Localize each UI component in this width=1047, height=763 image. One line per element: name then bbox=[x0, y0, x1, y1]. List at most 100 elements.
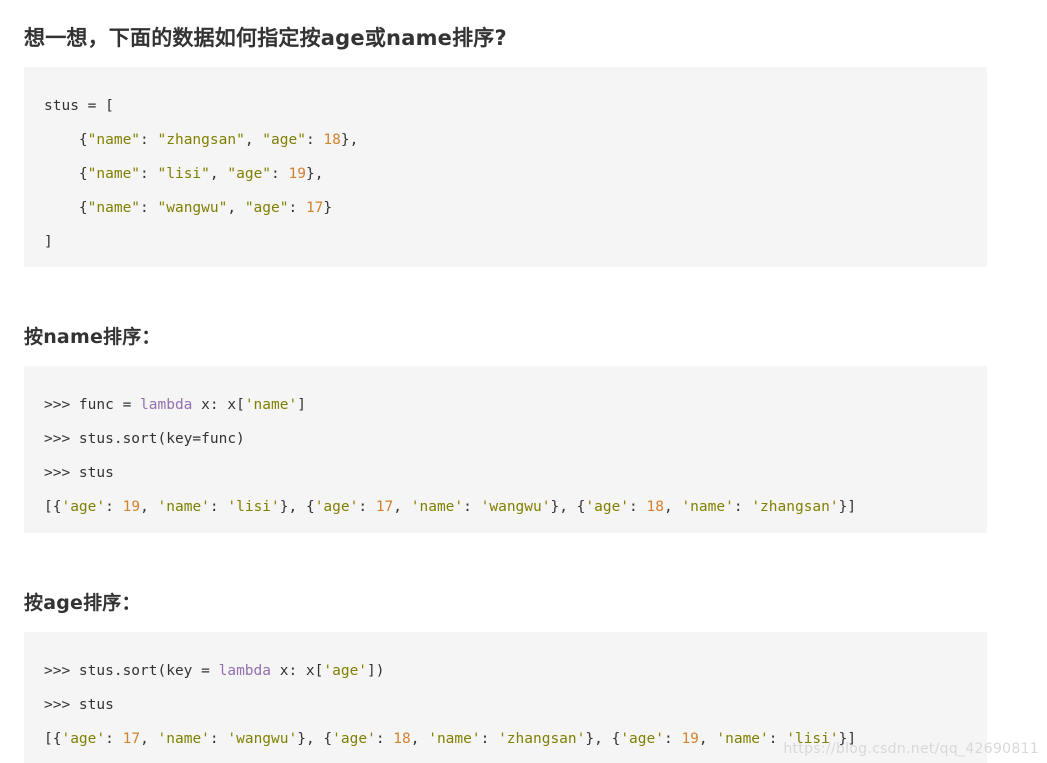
code-token-str: 'age' bbox=[585, 499, 630, 515]
code-token-str: 'zhangsan' bbox=[498, 731, 586, 747]
code-token-str: 'name' bbox=[716, 731, 769, 747]
watermark-blog-url: https://blog.csdn.net/qq_42690811 bbox=[783, 741, 1039, 757]
section-heading-sort-by-age: 按age排序： bbox=[24, 591, 141, 614]
code-token-plain: >>> func = bbox=[44, 397, 141, 413]
code-token-plain: }, bbox=[340, 132, 359, 148]
code-token-plain: , bbox=[140, 731, 158, 747]
code-token-plain: >>> stus.sort(key=func) bbox=[44, 431, 245, 447]
code-token-str: 'name' bbox=[410, 499, 464, 515]
code-line: >>> stus.sort(key=func) bbox=[44, 422, 967, 456]
code-token-plain: >>> stus.sort(key = bbox=[44, 663, 219, 679]
code-token-num: 18 bbox=[323, 132, 341, 148]
section-heading-sort-by-name: 按name排序： bbox=[24, 325, 161, 348]
code-token-plain: }, { bbox=[550, 499, 586, 515]
code-token-num: 19 bbox=[288, 166, 306, 182]
code-line: >>> stus bbox=[44, 688, 967, 722]
code-token-num: 17 bbox=[122, 731, 141, 747]
code-line: >>> func = lambda x: x['name'] bbox=[44, 388, 967, 422]
code-token-plain: }, bbox=[305, 166, 324, 182]
code-token-str: 'wangwu' bbox=[480, 499, 551, 515]
code-token-str: 'age' bbox=[323, 663, 368, 679]
code-token-kw: lambda bbox=[140, 397, 193, 413]
code-line: [{'age': 19, 'name': 'lisi'}, {'age': 17… bbox=[44, 490, 967, 524]
code-token-plain: }, { bbox=[585, 731, 621, 747]
code-token-plain: >>> stus bbox=[44, 697, 114, 713]
code-token-plain: : bbox=[463, 499, 481, 515]
code-token-str: "name" bbox=[87, 132, 141, 148]
code-token-plain: { bbox=[44, 132, 88, 148]
code-token-plain: : bbox=[105, 499, 123, 515]
code-token-str: 'name' bbox=[244, 397, 298, 413]
code-token-str: 'age' bbox=[314, 499, 359, 515]
code-token-plain: : bbox=[358, 499, 376, 515]
code-token-num: 17 bbox=[375, 499, 394, 515]
code-token-str: 'age' bbox=[61, 731, 106, 747]
code-token-str: "lisi" bbox=[157, 166, 210, 182]
code-line: >>> stus bbox=[44, 456, 967, 490]
code-token-str: 'age' bbox=[61, 499, 106, 515]
code-token-plain: }] bbox=[838, 499, 857, 515]
code-token-str: 'name' bbox=[681, 499, 734, 515]
code-token-plain: }, { bbox=[279, 499, 315, 515]
code-token-plain: , bbox=[140, 499, 158, 515]
code-token-plain: : bbox=[375, 731, 394, 747]
code-token-kw: lambda bbox=[218, 663, 271, 679]
code-token-str: "age" bbox=[262, 132, 306, 148]
code-token-plain: , bbox=[227, 200, 245, 216]
code-token-str: "name" bbox=[87, 200, 141, 216]
code-token-plain: , bbox=[393, 499, 411, 515]
code-token-plain: : bbox=[140, 132, 158, 148]
code-block-student-data: stus = [ {"name": "zhangsan", "age": 18}… bbox=[24, 67, 987, 267]
code-token-plain: , bbox=[209, 166, 228, 182]
code-line: {"name": "zhangsan", "age": 18}, bbox=[44, 123, 967, 157]
code-token-plain: , bbox=[244, 132, 263, 148]
code-token-plain: : bbox=[140, 200, 158, 216]
code-token-plain: x: x[ bbox=[192, 397, 245, 413]
article-page: 想一想，下面的数据如何指定按age或name排序? stus = [ {"nam… bbox=[0, 0, 1047, 763]
code-token-num: 18 bbox=[393, 731, 411, 747]
code-token-str: 'name' bbox=[157, 499, 210, 515]
code-line: {"name": "lisi", "age": 19}, bbox=[44, 157, 967, 191]
code-token-str: 'name' bbox=[157, 731, 210, 747]
code-token-plain: , bbox=[663, 499, 682, 515]
code-token-num: 18 bbox=[646, 499, 664, 515]
code-token-plain: ]) bbox=[367, 663, 385, 679]
code-token-plain: : bbox=[305, 132, 324, 148]
code-token-str: 'lisi' bbox=[227, 499, 280, 515]
page-title: 想一想，下面的数据如何指定按age或name排序? bbox=[24, 26, 507, 51]
code-token-plain: : bbox=[663, 731, 682, 747]
code-token-str: 'age' bbox=[332, 731, 376, 747]
code-token-str: 'name' bbox=[428, 731, 481, 747]
code-token-plain: { bbox=[44, 166, 88, 182]
code-token-plain: [{ bbox=[44, 731, 62, 747]
code-token-str: 'zhangsan' bbox=[751, 499, 839, 515]
code-token-plain: }, { bbox=[297, 731, 333, 747]
code-token-plain: : bbox=[629, 499, 647, 515]
code-token-plain: : bbox=[209, 499, 228, 515]
code-token-num: 19 bbox=[681, 731, 699, 747]
code-line: >>> stus.sort(key = lambda x: x['age']) bbox=[44, 654, 967, 688]
code-token-str: "age" bbox=[244, 200, 289, 216]
code-token-plain: : bbox=[733, 499, 752, 515]
code-token-plain: ] bbox=[44, 234, 53, 250]
code-token-num: 19 bbox=[122, 499, 141, 515]
code-token-str: 'age' bbox=[620, 731, 664, 747]
code-token-plain: x: x[ bbox=[271, 663, 324, 679]
code-token-plain: : bbox=[271, 166, 289, 182]
code-line: {"name": "wangwu", "age": 17} bbox=[44, 191, 967, 225]
code-token-str: 'wangwu' bbox=[227, 731, 298, 747]
code-token-plain: , bbox=[410, 731, 429, 747]
code-token-plain: [{ bbox=[44, 499, 62, 515]
code-token-plain: : bbox=[140, 166, 158, 182]
code-token-str: "zhangsan" bbox=[157, 132, 245, 148]
code-token-plain: , bbox=[698, 731, 717, 747]
code-token-plain: : bbox=[288, 200, 306, 216]
code-token-plain: : bbox=[105, 731, 123, 747]
code-token-str: "age" bbox=[227, 166, 272, 182]
code-token-plain: : bbox=[480, 731, 499, 747]
code-token-str: "wangwu" bbox=[157, 200, 228, 216]
code-token-plain: ] bbox=[297, 397, 306, 413]
code-block-sort-by-name: >>> func = lambda x: x['name'] >>> stus.s… bbox=[24, 366, 987, 533]
code-token-plain: { bbox=[44, 200, 88, 216]
code-line: stus = [ bbox=[44, 89, 967, 123]
